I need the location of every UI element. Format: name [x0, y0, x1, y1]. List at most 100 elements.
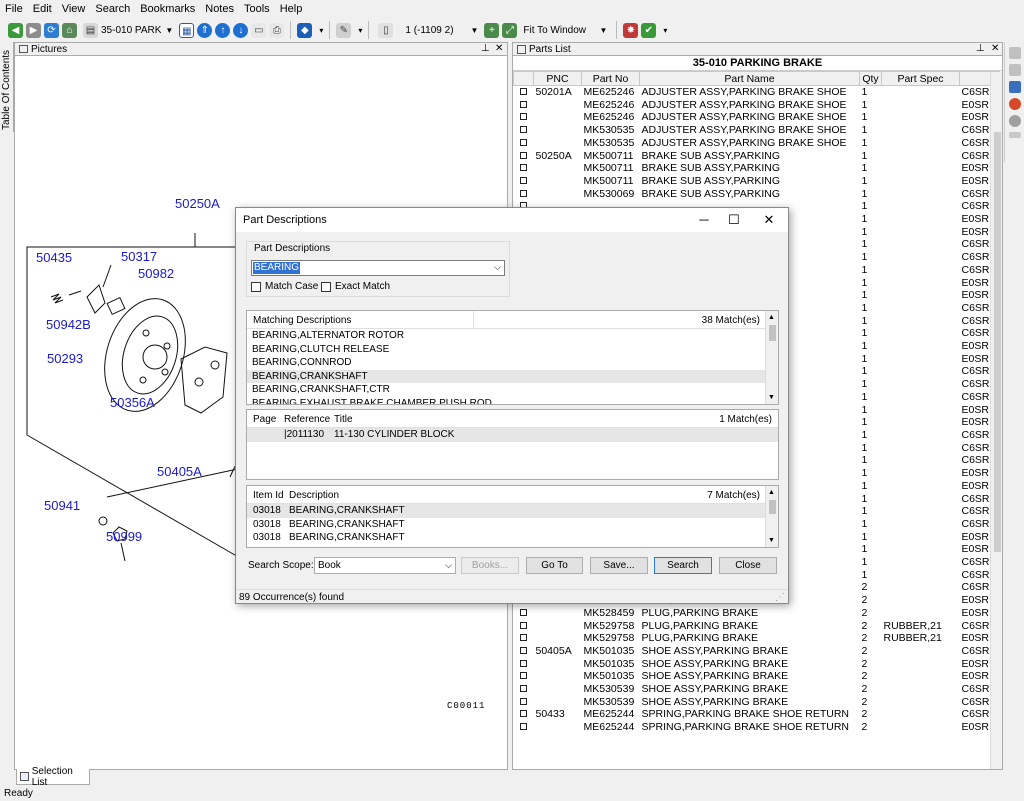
row-select-cell[interactable]	[514, 708, 534, 721]
list-item[interactable]: BEARING,EXHAUST BRAKE CHAMBER PUSH ROD	[247, 397, 778, 404]
first-page-icon[interactable]: ⇑	[197, 22, 213, 38]
zoom-icon[interactable]	[1008, 115, 1021, 127]
menu-file[interactable]: File	[0, 3, 28, 15]
zoom-fit-icon[interactable]: ⤢	[502, 22, 518, 38]
list-item[interactable]: BEARING,ALTERNATOR ROTOR	[247, 329, 778, 343]
list-item[interactable]: 03018 BEARING,CRANKSHAFT	[247, 531, 778, 545]
callout-label[interactable]: 50982	[138, 266, 174, 281]
scroll-down-icon[interactable]: ▼	[768, 537, 775, 544]
exact-match-checkbox[interactable]: Exact Match	[321, 281, 390, 292]
table-row[interactable]: MK529758 PLUG,PARKING BRAKE 2 RUBBER,21 E0SR	[514, 632, 1000, 645]
page-combo[interactable]: ▯ 1 (-1109 2) ▼	[375, 21, 481, 39]
table-row[interactable]: 50201A ME625246 ADJUSTER ASSY,PARKING BRAK…	[514, 86, 1000, 99]
menu-edit[interactable]: Edit	[28, 3, 57, 15]
close-icon[interactable]: ✕	[754, 210, 784, 230]
checkbox-box[interactable]	[251, 281, 261, 292]
match-case-checkbox[interactable]: Match Case	[251, 281, 318, 292]
table-row[interactable]: ME625244 SPRING,PARKING BRAKE SHOE RETURN…	[514, 721, 1000, 734]
row-checkbox[interactable]	[519, 723, 527, 731]
arrow-icon[interactable]	[1008, 47, 1021, 59]
list-item[interactable]: BEARING,CONNROD	[247, 356, 778, 370]
chevron-down-icon[interactable]: ▾	[319, 26, 323, 35]
menu-view[interactable]: View	[57, 3, 91, 15]
row-select-cell[interactable]	[514, 150, 534, 163]
column-header-pnc[interactable]: PNC	[533, 71, 582, 86]
picture-mode-icon[interactable]: ▦	[179, 22, 195, 38]
list-item[interactable]: 03018 BEARING,CRANKSHAFT	[247, 504, 778, 518]
close-icon[interactable]: ✕	[991, 43, 999, 54]
maximize-icon[interactable]: ☐	[719, 210, 749, 230]
table-row[interactable]: MK530539 SHOE ASSY,PARKING BRAKE 2 C6SR	[514, 683, 1000, 696]
row-select-cell[interactable]	[514, 188, 534, 201]
row-select-cell[interactable]	[514, 111, 534, 124]
close-icon[interactable]: ✕	[495, 43, 503, 54]
forward-icon[interactable]: ▶	[26, 22, 41, 38]
checkbox-box[interactable]	[321, 281, 331, 292]
back-icon[interactable]: ◀	[8, 22, 23, 38]
table-row[interactable]: MK530535 ADJUSTER ASSY,PARKING BRAKE SHOE…	[514, 124, 1000, 137]
go-to-button[interactable]: Go To	[526, 557, 583, 574]
parts-scrollbar[interactable]	[990, 72, 1002, 769]
book-combo[interactable]: ▤ 35-010 PARK ▼	[80, 21, 176, 39]
row-checkbox[interactable]	[519, 126, 527, 134]
column-header-part-name[interactable]: Part Name	[639, 71, 860, 86]
callout-label[interactable]: 50293	[47, 351, 83, 366]
list-item[interactable]: BEARING,CRANKSHAFT	[247, 369, 778, 384]
row-select-cell[interactable]	[514, 696, 534, 709]
row-checkbox[interactable]	[519, 685, 527, 693]
callout-label[interactable]: 50435	[36, 250, 72, 265]
hotspot-icon[interactable]: ✸	[623, 22, 639, 38]
parts-scroll-thumb[interactable]	[994, 132, 1001, 552]
menu-tools[interactable]: Tools	[239, 3, 275, 15]
table-row[interactable]: MK500711 BRAKE SUB ASSY,PARKING 1 E0SR	[514, 175, 1000, 188]
row-select-cell[interactable]	[514, 620, 534, 633]
pin-icon[interactable]: ⊥	[481, 43, 490, 54]
row-select-cell[interactable]	[514, 99, 534, 112]
row-checkbox[interactable]	[519, 100, 527, 108]
chevron-down-icon[interactable]: ⌵	[494, 262, 501, 273]
highlight-icon[interactable]: ✔	[641, 22, 657, 38]
menu-bookmarks[interactable]: Bookmarks	[135, 3, 200, 15]
row-select-cell[interactable]	[514, 86, 534, 99]
table-row[interactable]: 50405A MK501035 SHOE ASSY,PARKING BRAKE 2 C6…	[514, 645, 1000, 658]
row-select-cell[interactable]	[514, 137, 534, 150]
matching-descriptions-list[interactable]: Matching Descriptions 38 Match(es) BEARI…	[246, 310, 779, 405]
row-checkbox[interactable]	[519, 697, 527, 705]
table-row[interactable]: MK528459PLUG,PARKING BRAKE2E0SR	[514, 607, 1000, 620]
callout-label[interactable]: 50317	[121, 249, 157, 264]
list-item[interactable]: |2011130 11-130 CYLINDER BLOCK	[247, 428, 778, 442]
list-item[interactable]: BEARING,CRANKSHAFT,CTR	[247, 383, 778, 397]
parts-list-icon[interactable]	[1008, 81, 1021, 93]
books-button[interactable]: Books...	[461, 557, 519, 574]
sync-icon[interactable]: ⟳	[44, 22, 59, 38]
description-combo[interactable]: BEARING ⌵	[251, 260, 505, 276]
chevron-down-icon[interactable]: ⌵	[445, 558, 452, 573]
references-list[interactable]: Page Reference Title 1 Match(es) |201113…	[246, 409, 779, 480]
row-checkbox[interactable]	[519, 164, 527, 172]
print-icon[interactable]: ⎙	[269, 22, 285, 38]
table-row[interactable]: MK529758 PLUG,PARKING BRAKE 2 RUBBER,21 C6SR	[514, 620, 1000, 633]
callout-label[interactable]: 50942B	[46, 317, 91, 332]
chevron-down-icon[interactable]: ▾	[358, 26, 362, 35]
search-icon[interactable]	[1008, 98, 1021, 110]
callout-label[interactable]: 50941	[44, 498, 80, 513]
scroll-thumb[interactable]	[769, 500, 776, 514]
previous-page-icon[interactable]: ↑	[215, 22, 231, 38]
row-select-cell[interactable]	[514, 124, 534, 137]
list-item[interactable]: BEARING,CLUTCH RELEASE	[247, 343, 778, 357]
table-row[interactable]: ME625246 ADJUSTER ASSY,PARKING BRAKE SHOE…	[514, 111, 1000, 124]
save-button[interactable]: Save...	[590, 557, 648, 574]
chevron-down-icon[interactable]	[1008, 132, 1021, 138]
table-row[interactable]: ME625246 ADJUSTER ASSY,PARKING BRAKE SHOE…	[514, 99, 1000, 112]
row-checkbox[interactable]	[519, 621, 527, 629]
resize-grip-icon[interactable]: ⋰	[775, 590, 785, 605]
row-select-cell[interactable]	[514, 670, 534, 683]
menu-help[interactable]: Help	[275, 3, 308, 15]
column-header-part-spec[interactable]: Part Spec	[881, 71, 960, 86]
callout-label[interactable]: 50356A	[110, 395, 155, 410]
bookmark-icon[interactable]: ◆	[297, 22, 313, 38]
table-row[interactable]: 50250A MK500711 BRAKE SUB ASSY,PARKING 1 C6S…	[514, 150, 1000, 163]
dialog-titlebar[interactable]: Part Descriptions ─ ☐ ✕	[236, 208, 788, 232]
menu-search[interactable]: Search	[90, 3, 135, 15]
row-checkbox[interactable]	[519, 659, 527, 667]
